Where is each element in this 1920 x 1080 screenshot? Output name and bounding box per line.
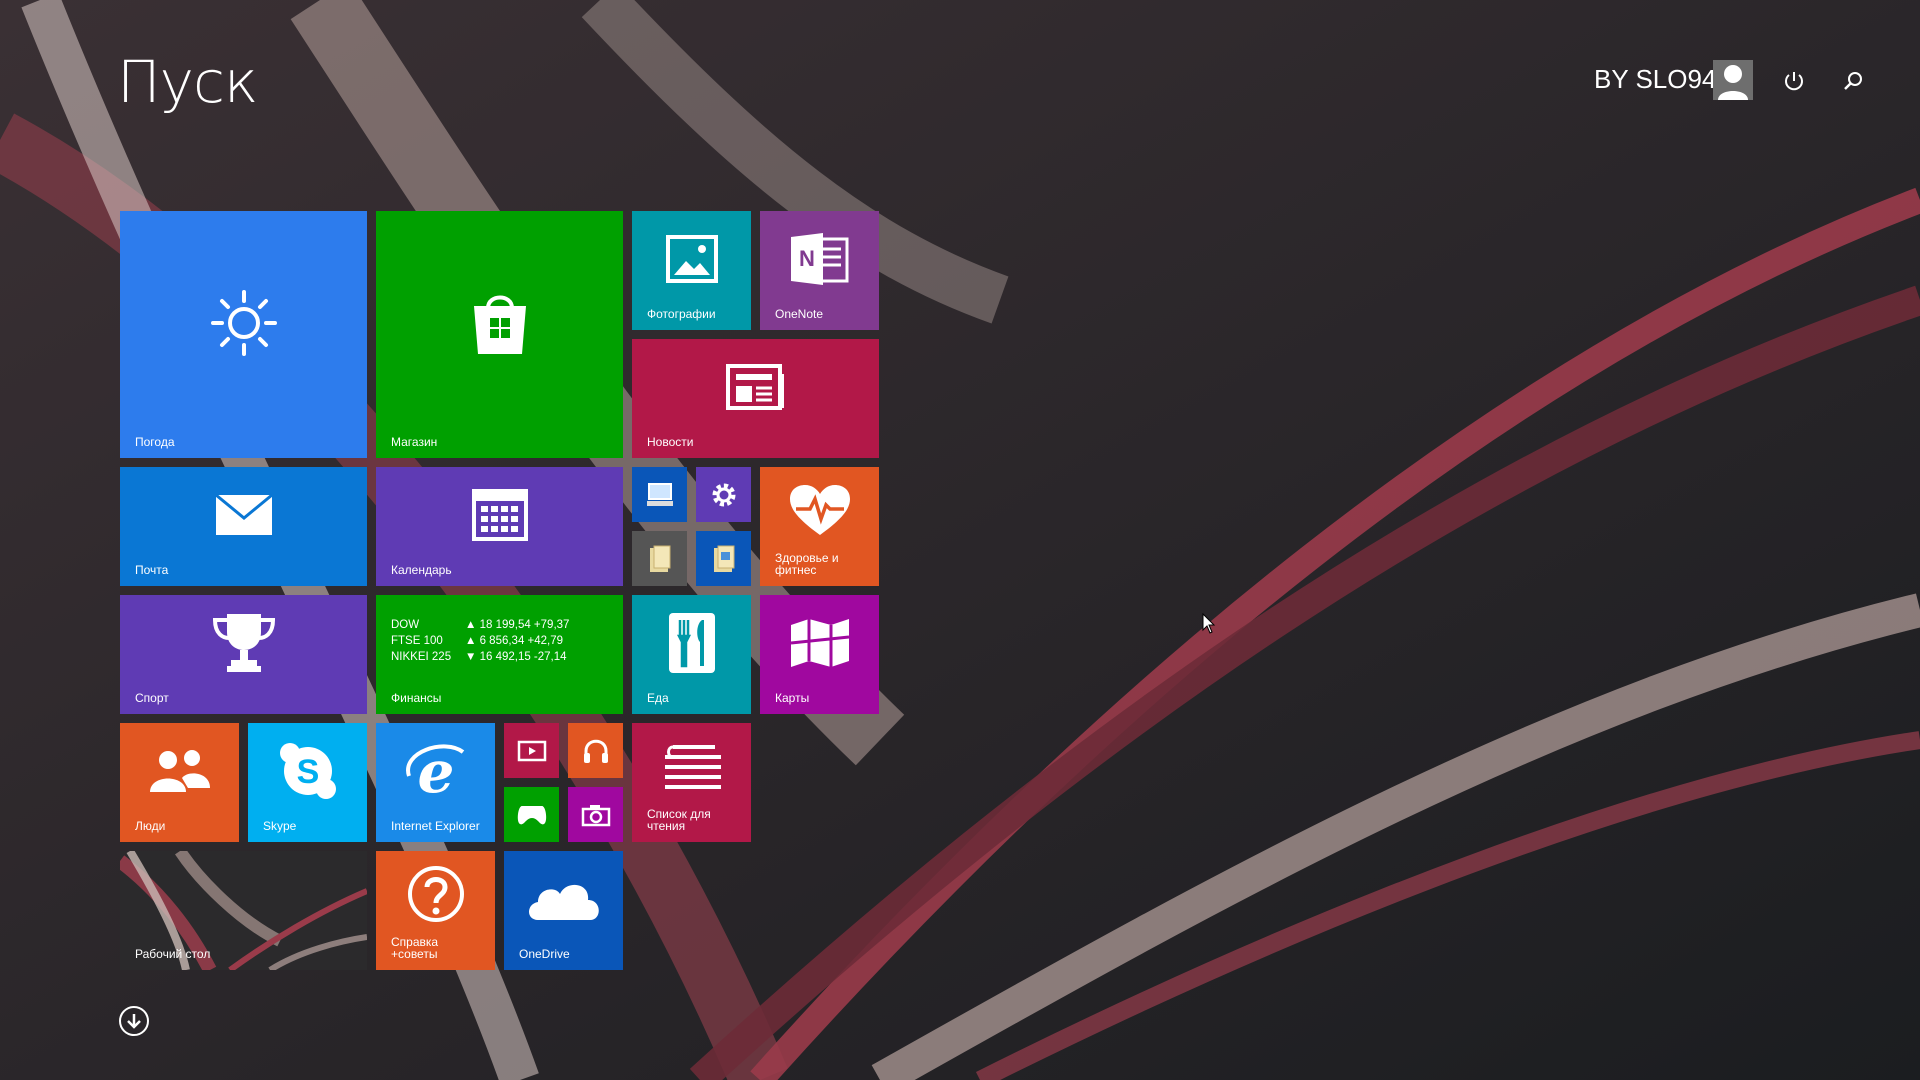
tile-label: Рабочий стол: [135, 947, 211, 961]
store-bag-icon: [473, 295, 526, 354]
folder-icon: [713, 545, 734, 572]
tile-label: Карты: [775, 691, 810, 705]
tile-reading-list[interactable]: Список для чтения: [632, 723, 751, 842]
svg-text:S: S: [296, 753, 319, 791]
finance-row: DOW ▲ 18 199,54 +79,37: [391, 617, 569, 633]
tile-onenote[interactable]: N OneNote: [760, 211, 879, 330]
tile-desktop[interactable]: Рабочий стол: [120, 851, 367, 970]
index-value: ▼ 16 492,15 -27,14: [465, 651, 567, 663]
tile-sport[interactable]: Спорт: [120, 595, 367, 714]
svg-text:N: N: [799, 246, 815, 271]
cloud-icon: [528, 884, 599, 920]
tile-store[interactable]: Магазин: [376, 211, 623, 458]
tile-folder-2[interactable]: [696, 531, 751, 586]
people-icon: [149, 749, 210, 792]
all-apps-button[interactable]: [119, 1006, 149, 1036]
tile-health[interactable]: Здоровье и фитнес: [760, 467, 879, 586]
tile-mail[interactable]: Почта: [120, 467, 367, 586]
tile-finance[interactable]: DOW ▲ 18 199,54 +79,37 FTSE 100 ▲ 6 856,34…: [376, 595, 623, 714]
tile-news[interactable]: Новости: [632, 339, 879, 458]
tile-help[interactable]: Справка +советы: [376, 851, 495, 970]
trophy-icon: [212, 613, 275, 672]
tile-internet-explorer[interactable]: e Internet Explorer: [376, 723, 495, 842]
heart-pulse-icon: [789, 484, 850, 535]
reading-list-icon: [664, 744, 721, 789]
search-button[interactable]: [1838, 66, 1868, 96]
tile-label: Новости: [647, 435, 694, 449]
tile-label: Спорт: [135, 691, 169, 705]
skype-icon: S: [279, 742, 336, 799]
onenote-icon: N: [790, 232, 848, 285]
gamepad-icon: [517, 805, 546, 824]
tile-food[interactable]: Еда: [632, 595, 751, 714]
index-name: DOW: [391, 619, 420, 631]
finance-row: NIKKEI 225 ▼ 16 492,15 -27,14: [391, 649, 569, 665]
sun-icon: [210, 289, 277, 356]
tile-computer[interactable]: [632, 467, 687, 522]
ie-icon: e: [405, 742, 464, 800]
tile-skype[interactable]: S Skype: [248, 723, 367, 842]
tile-weather[interactable]: Погода: [120, 211, 367, 458]
tile-people[interactable]: Люди: [120, 723, 239, 842]
tile-label: Финансы: [391, 691, 442, 705]
power-icon: [1785, 72, 1803, 91]
index-name: NIKKEI 225: [391, 651, 452, 663]
tile-music[interactable]: [568, 723, 623, 778]
calendar-icon: [471, 488, 528, 541]
tile-label: Погода: [135, 435, 175, 449]
tile-label: Здоровье и фитнес: [775, 551, 839, 577]
video-icon: [517, 740, 546, 761]
camera-icon: [581, 804, 610, 826]
user-name[interactable]: BY SLO94: [1594, 64, 1716, 95]
tile-video[interactable]: [504, 723, 559, 778]
computer-icon: [646, 482, 673, 506]
tile-label: Skype: [263, 819, 297, 833]
tile-label: Фотографии: [647, 307, 716, 321]
tile-label: OneNote: [775, 307, 824, 321]
mouse-cursor-icon: [1202, 613, 1216, 634]
headphones-icon: [583, 739, 608, 763]
power-button[interactable]: [1779, 66, 1809, 96]
tile-label: Еда: [647, 691, 669, 705]
tile-camera[interactable]: [568, 787, 623, 842]
arrow-down-circle-icon: [127, 1014, 141, 1029]
tile-label: Магазин: [391, 435, 438, 449]
tile-label: Люди: [135, 819, 166, 833]
tile-photos[interactable]: Фотографии: [632, 211, 751, 330]
news-icon: [725, 363, 784, 410]
tile-label: Почта: [135, 563, 169, 577]
tile-label: Календарь: [391, 563, 452, 577]
tile-onedrive[interactable]: OneDrive: [504, 851, 623, 970]
folder-icon: [649, 545, 670, 572]
index-value: ▲ 18 199,54 +79,37: [465, 619, 570, 631]
photo-icon: [665, 234, 718, 283]
tile-maps[interactable]: Карты: [760, 595, 879, 714]
tile-label: Справка +советы: [391, 935, 439, 961]
search-icon: [1844, 72, 1862, 90]
tile-label: Internet Explorer: [391, 819, 480, 833]
fork-knife-icon: [668, 612, 715, 673]
tile-folder-1[interactable]: [632, 531, 687, 586]
map-icon: [790, 618, 849, 667]
avatar[interactable]: [1713, 60, 1753, 100]
tile-settings[interactable]: [696, 467, 751, 522]
mail-icon: [214, 493, 273, 535]
index-name: FTSE 100: [391, 635, 443, 647]
tile-calendar[interactable]: Календарь: [376, 467, 623, 586]
index-value: ▲ 6 856,34 +42,79: [465, 635, 564, 647]
page-title: Пуск: [117, 48, 258, 116]
tile-label: OneDrive: [519, 947, 570, 961]
question-icon: [407, 865, 464, 922]
tile-label: Список для чтения: [647, 807, 711, 833]
gear-icon: [712, 483, 735, 506]
finance-table: DOW ▲ 18 199,54 +79,37 FTSE 100 ▲ 6 856,34…: [391, 617, 569, 665]
finance-row: FTSE 100 ▲ 6 856,34 +42,79: [391, 633, 569, 649]
tile-games[interactable]: [504, 787, 559, 842]
user-icon: [1718, 65, 1748, 100]
